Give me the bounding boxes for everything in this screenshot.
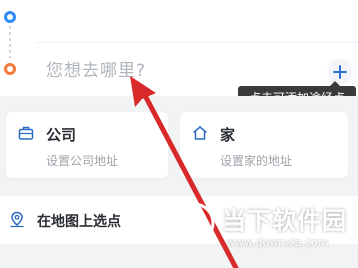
pick-on-map-label: 在地图上选点 [37,214,121,230]
company-subtitle: 设置公司地址 [46,154,119,168]
input-divider [36,42,358,43]
watermark: 当下软件园 www.downxia.com [172,199,358,268]
downxia-logo-icon [173,202,215,244]
house-icon [193,126,207,140]
route-planner-screen: 您想去哪里? 点击可添加途经点 公司 设置公司地址 家 设置家的地址 在地图上选… [0,0,358,268]
watermark-title: 当下软件园 [222,207,347,235]
end-point-dot[interactable] [4,63,16,75]
start-point-dot[interactable] [4,11,16,23]
home-shortcut-card[interactable]: 家 设置家的地址 [180,112,348,178]
map-pin-icon [10,211,24,228]
home-title: 家 [220,126,236,144]
company-title: 公司 [46,126,77,144]
route-connector [9,26,11,58]
watermark-url: www.downxia.com [226,236,329,249]
destination-input[interactable]: 您想去哪里? [46,58,306,84]
company-shortcut-card[interactable]: 公司 设置公司地址 [6,112,168,178]
briefcase-icon [18,126,34,140]
plus-icon [333,65,347,79]
home-subtitle: 设置家的地址 [220,154,293,168]
